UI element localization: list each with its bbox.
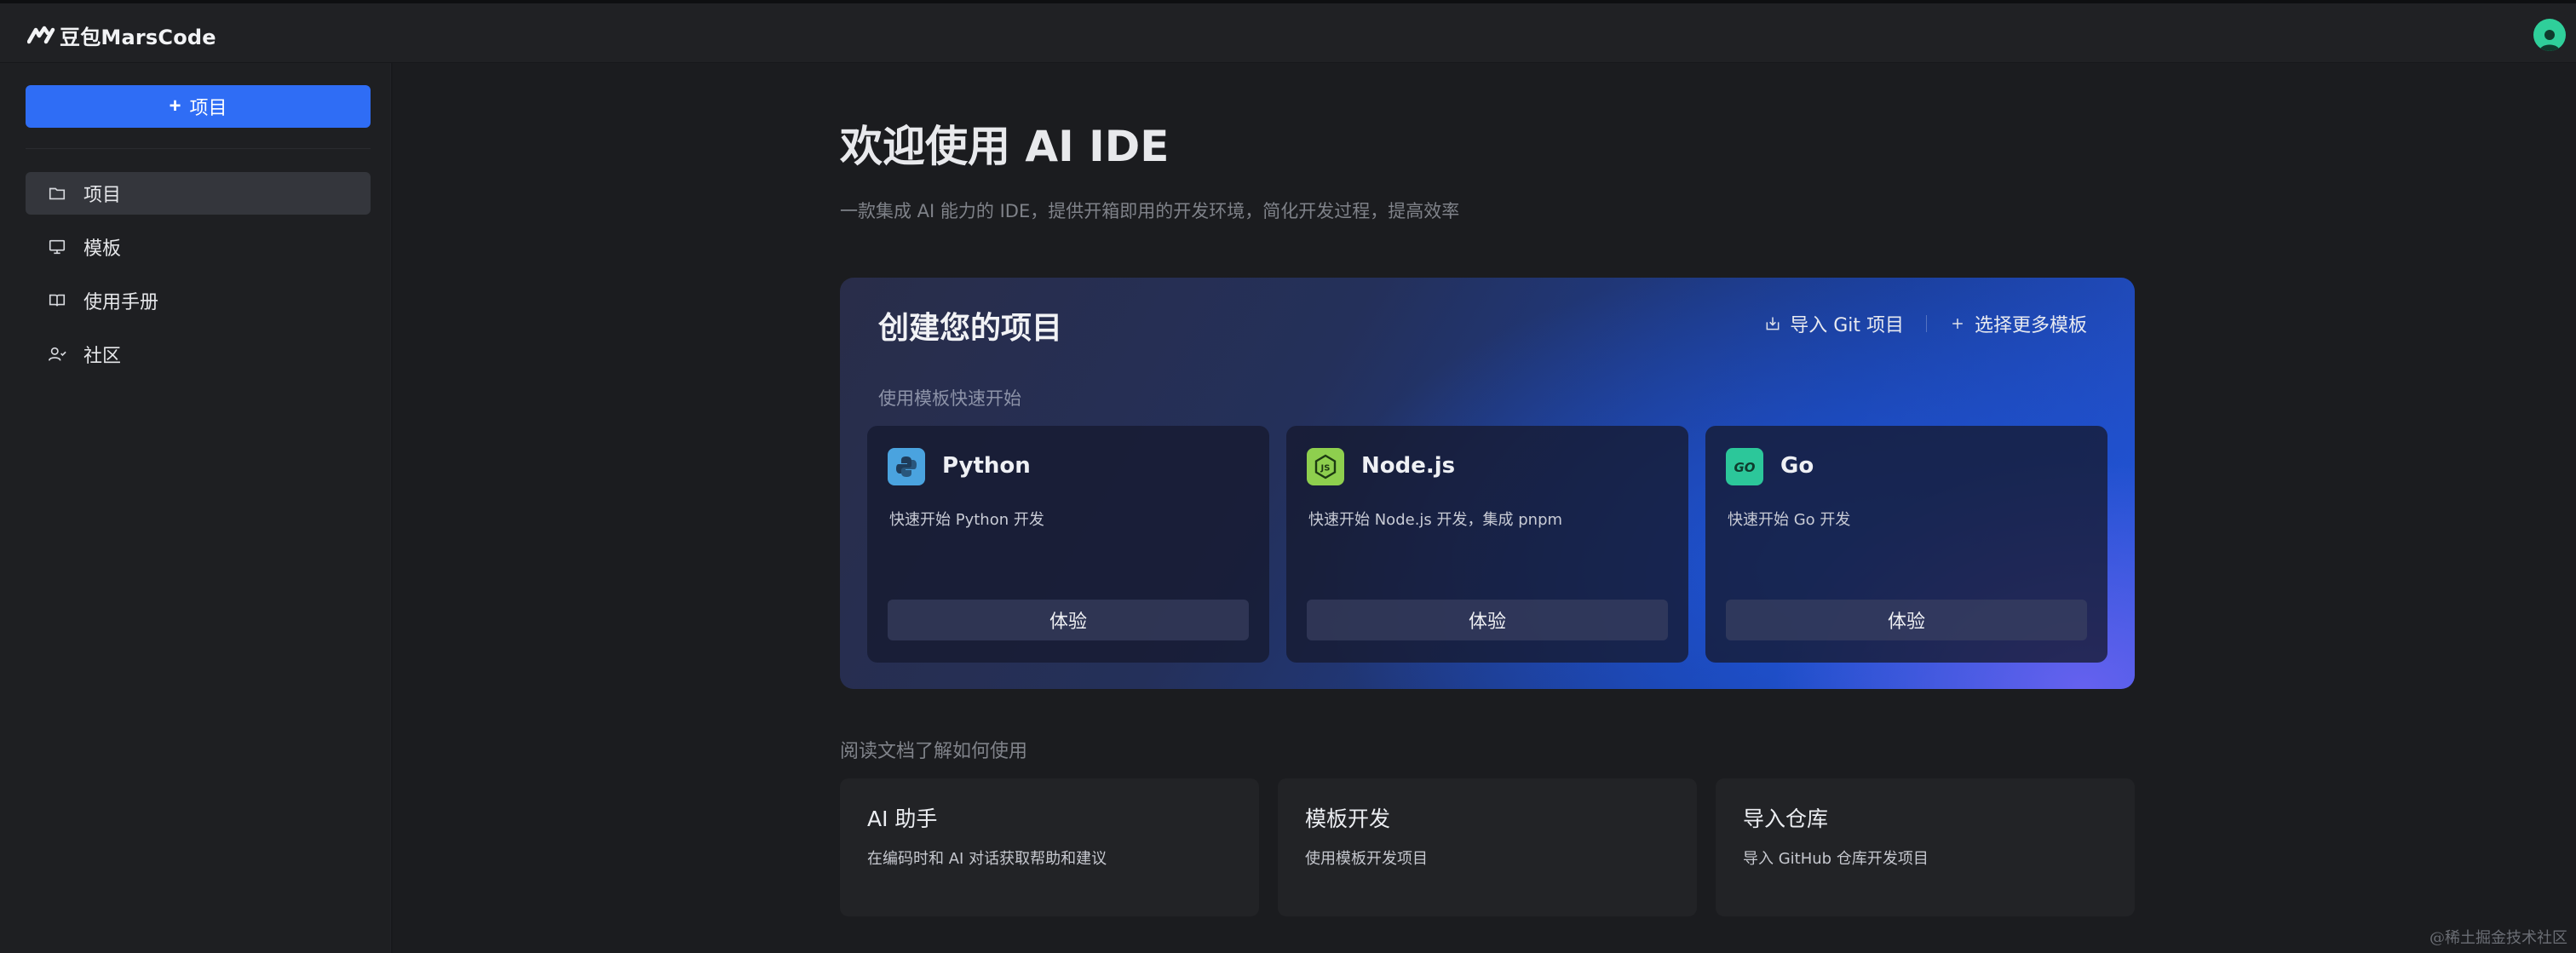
python-icon (888, 448, 925, 485)
book-icon (49, 294, 66, 307)
sidebar-divider (26, 148, 371, 149)
user-icon (2539, 30, 2560, 51)
try-nodejs-button[interactable]: 体验 (1307, 600, 1668, 640)
page-title: 欢迎使用 AI IDE (840, 122, 1170, 171)
page-subtitle: 一款集成 AI 能力的 IDE，提供开箱即用的开发环境，简化开发过程，提高效率 (840, 201, 1460, 221)
sidebar-item-manual[interactable]: 使用手册 (26, 279, 371, 322)
doc-title: 导入仓库 (1743, 807, 1829, 831)
community-icon (49, 347, 66, 361)
doc-cards: AI 助手 在编码时和 AI 对话获取帮助和建议 模板开发 使用模板开发项目 导… (840, 778, 2135, 916)
user-avatar[interactable] (2533, 19, 2566, 51)
marscode-logo-icon (27, 26, 55, 44)
template-card-nodejs[interactable]: JS Node.js 快速开始 Node.js 开发，集成 pnpm 体验 (1286, 426, 1688, 663)
more-templates-label: 选择更多模板 (1974, 315, 2087, 336)
more-templates-button[interactable]: 选择更多模板 (1949, 310, 2087, 337)
svg-text:GO: GO (1734, 460, 1755, 475)
plus-icon: + (169, 95, 181, 118)
marscode-logo[interactable]: 豆包MarsCode (27, 22, 216, 49)
new-project-button[interactable]: + 项目 (26, 85, 371, 128)
watermark: @稀土掘金技术社区 (2429, 929, 2567, 947)
doc-card-import-repo[interactable]: 导入仓库 导入 GitHub 仓库开发项目 (1716, 778, 2135, 916)
logo-text: 豆包MarsCode (60, 25, 216, 49)
template-card-python[interactable]: Python 快速开始 Python 开发 体验 (867, 426, 1269, 663)
template-name: Node.js (1361, 453, 1456, 479)
docs-section-label: 阅读文档了解如何使用 (840, 741, 1028, 762)
template-desc: 快速开始 Go 开发 (1728, 511, 1851, 529)
doc-card-template-dev[interactable]: 模板开发 使用模板开发项目 (1278, 778, 1697, 916)
template-desc: 快速开始 Node.js 开发，集成 pnpm (1308, 511, 1563, 529)
sidebar-item-label: 模板 (83, 238, 122, 260)
folder-icon (49, 187, 66, 200)
sidebar-item-label: 社区 (83, 346, 122, 367)
actions-divider (1925, 315, 1927, 332)
create-project-panel: 创建您的项目 导入 Git 项目 选择更多模板 使用模板快速开始 Python … (840, 278, 2135, 689)
sidebar-item-label: 使用手册 (83, 292, 159, 313)
doc-desc: 导入 GitHub 仓库开发项目 (1743, 850, 1929, 868)
monitor-icon (49, 239, 66, 255)
doc-desc: 使用模板开发项目 (1305, 850, 1428, 868)
sidebar-item-label: 项目 (83, 185, 122, 206)
template-name: Python (942, 453, 1031, 479)
try-python-button[interactable]: 体验 (888, 600, 1249, 640)
import-git-label: 导入 Git 项目 (1790, 315, 1904, 336)
create-project-title: 创建您的项目 (878, 311, 1063, 346)
doc-title: AI 助手 (867, 807, 938, 831)
import-git-button[interactable]: 导入 Git 项目 (1764, 310, 1904, 337)
sidebar-item-templates[interactable]: 模板 (26, 226, 371, 268)
nodejs-icon: JS (1307, 448, 1344, 485)
import-icon (1766, 317, 1780, 330)
plus-icon (1952, 319, 1963, 329)
template-card-go[interactable]: GO Go 快速开始 Go 开发 体验 (1705, 426, 2107, 663)
doc-card-ai-assistant[interactable]: AI 助手 在编码时和 AI 对话获取帮助和建议 (840, 778, 1259, 916)
go-icon: GO (1726, 448, 1763, 485)
template-cards: Python 快速开始 Python 开发 体验 JS Node.js 快速开始… (867, 426, 2107, 663)
sidebar-item-projects[interactable]: 项目 (26, 172, 371, 215)
quick-start-label: 使用模板快速开始 (878, 388, 1021, 409)
sidebar-item-community[interactable]: 社区 (26, 333, 371, 376)
template-name: Go (1780, 453, 1814, 479)
doc-title: 模板开发 (1305, 807, 1391, 831)
sidebar: + 项目 项目 模板 使用手册 社区 (0, 63, 391, 953)
template-desc: 快速开始 Python 开发 (889, 511, 1044, 529)
panel-actions: 导入 Git 项目 选择更多模板 (1764, 310, 2087, 337)
try-go-button[interactable]: 体验 (1726, 600, 2087, 640)
top-bar: 豆包MarsCode (0, 0, 2576, 63)
new-project-label: 项目 (189, 97, 227, 118)
sidebar-nav: 项目 模板 使用手册 社区 (26, 172, 371, 387)
doc-desc: 在编码时和 AI 对话获取帮助和建议 (867, 850, 1107, 868)
svg-text:JS: JS (1320, 464, 1331, 474)
